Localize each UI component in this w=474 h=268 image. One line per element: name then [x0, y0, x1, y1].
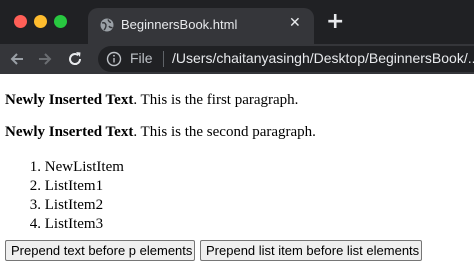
address-divider — [163, 51, 164, 67]
url-scheme-label: File — [130, 50, 153, 66]
maximize-window-button[interactable] — [54, 15, 67, 28]
back-arrow-icon[interactable] — [8, 50, 26, 68]
paragraph-2: Newly Inserted Text. This is the second … — [5, 124, 316, 141]
prepend-list-item-button[interactable]: Prepend list item before list elements — [200, 240, 422, 261]
reload-icon[interactable] — [66, 50, 84, 68]
url-text[interactable]: /Users/chaitanyasingh/Desktop/BeginnersB… — [172, 50, 474, 66]
list-item: 2. ListItem1 — [5, 177, 124, 196]
globe-icon — [100, 18, 114, 32]
prepend-text-button[interactable]: Prepend text before p elements — [5, 240, 195, 261]
list-item-text: NewListItem — [44, 159, 124, 175]
list-item: 1. NewListItem — [5, 158, 124, 177]
list-number: 4. — [29, 216, 41, 232]
list-number: 1. — [29, 159, 41, 175]
list-item-text: ListItem1 — [44, 178, 104, 194]
list-number: 2. — [29, 178, 41, 194]
list-item: 4. ListItem3 — [5, 215, 124, 234]
list-item: 3. ListItem2 — [5, 196, 124, 215]
paragraph-text: . This is the first paragraph. — [133, 92, 299, 108]
close-window-button[interactable] — [14, 15, 27, 28]
inserted-text: Newly Inserted Text — [5, 124, 134, 140]
paragraph-1: Newly Inserted Text. This is the first p… — [5, 92, 298, 109]
minimize-window-button[interactable] — [34, 15, 47, 28]
tab-title: BeginnersBook.html — [121, 17, 238, 32]
list-item-text: ListItem2 — [44, 197, 104, 213]
close-tab-icon[interactable]: ✕ — [289, 15, 301, 31]
paragraph-text: . This is the second paragraph. — [133, 124, 316, 140]
new-tab-button[interactable]: + — [326, 10, 344, 34]
browser-tab[interactable]: BeginnersBook.html ✕ — [88, 8, 314, 44]
page-content: Newly Inserted Text. This is the first p… — [0, 74, 474, 268]
inserted-text: Newly Inserted Text — [5, 92, 134, 108]
browser-titlebar: BeginnersBook.html ✕ + — [0, 0, 474, 44]
list-number: 3. — [29, 197, 41, 213]
browser-toolbar: File /Users/chaitanyasingh/Desktop/Begin… — [0, 44, 474, 74]
info-icon[interactable] — [106, 51, 122, 67]
list-item-text: ListItem3 — [44, 216, 104, 232]
forward-arrow-icon[interactable] — [36, 50, 54, 68]
address-bar[interactable]: File /Users/chaitanyasingh/Desktop/Begin… — [98, 46, 474, 72]
ordered-list: 1. NewListItem 2. ListItem1 3. ListItem2… — [5, 158, 124, 234]
